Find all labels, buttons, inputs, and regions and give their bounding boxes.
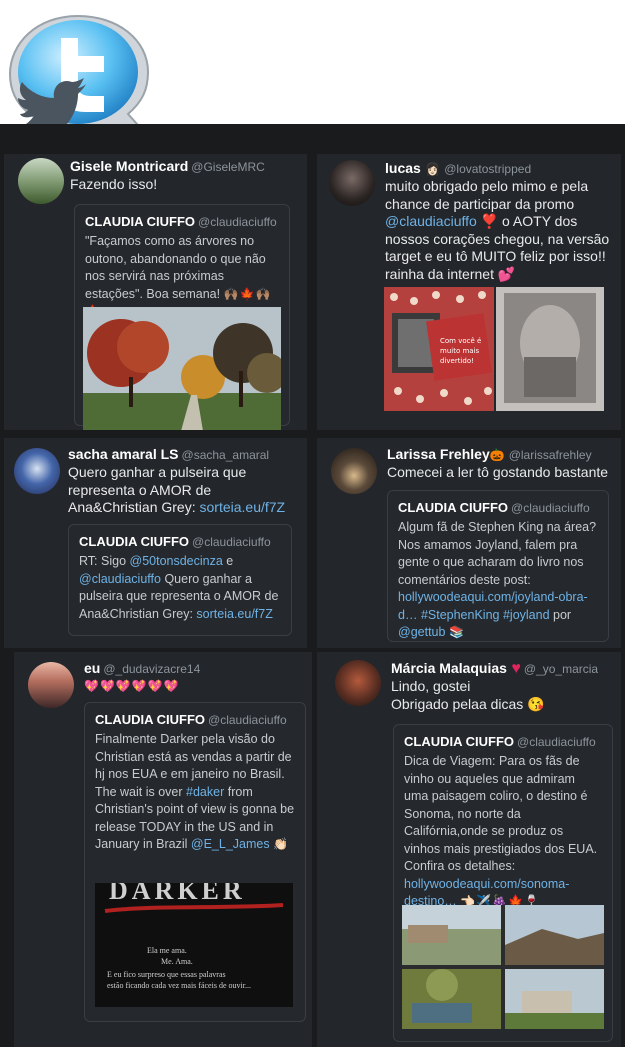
author-name[interactable]: Larissa Frehley <box>387 446 490 462</box>
quoted-tweet[interactable]: CLAUDIA CIUFFO @claudiaciuffo RT: Sigo @5… <box>68 524 292 636</box>
quote-text: Algum fã de Stephen King na área? Nos am… <box>398 520 597 639</box>
book-quote-line: Ela me ama. <box>147 946 187 955</box>
mention-link[interactable]: @claudiaciuffo <box>79 572 161 586</box>
album-card-text: Com você é <box>440 337 481 345</box>
avatar[interactable] <box>14 448 60 494</box>
hashtag-link[interactable]: #joyland <box>503 608 550 622</box>
quote-author-handle: @claudiaciuffo <box>192 535 271 549</box>
tweet-card[interactable]: Gisele Montricard @GiseleMRC Fazendo isso… <box>4 154 307 430</box>
book-quote-line: Me. Ama. <box>161 957 193 966</box>
emoji-text: 👩🏻 <box>425 162 442 176</box>
mention-link[interactable]: @gettub <box>398 625 445 639</box>
author-name[interactable]: sacha amaral LS <box>68 446 179 462</box>
author-handle[interactable]: @_yo_marcia <box>524 662 598 676</box>
author-handle[interactable]: @GiseleMRC <box>191 160 265 174</box>
quote-author-handle: @claudiaciuffo <box>198 215 277 229</box>
quote-author-name: CLAUDIA CIUFFO <box>398 500 509 515</box>
mention-link[interactable]: @E_L_James <box>191 837 270 851</box>
emoji-text: 👏🏻 <box>273 837 290 851</box>
quote-author-name: CLAUDIA CIUFFO <box>404 734 515 749</box>
mention-link[interactable]: @claudiaciuffo <box>385 213 477 229</box>
tweet-card[interactable]: Larissa Frehley🎃 @larissafrehley Comecei … <box>317 438 621 648</box>
darker-book-photo[interactable]: DARKER Ela me ama. Me. Ama. E eu fico su… <box>95 883 293 1007</box>
avatar[interactable] <box>331 448 377 494</box>
emoji-text: 🎃 <box>489 448 506 462</box>
quoted-tweet[interactable]: CLAUDIA CIUFFO @claudiaciuffo Algum fã de… <box>387 490 609 642</box>
author-handle[interactable]: @lovatostripped <box>444 162 531 176</box>
quote-author-name: CLAUDIA CIUFFO <box>79 534 190 549</box>
tweet-card[interactable]: eu @_dudavizacre14 💖💖💖💖💖💖 CLAUDIA CIUFFO @… <box>14 652 312 1047</box>
quote-author-handle: @claudiaciuffo <box>208 713 287 727</box>
author-handle[interactable]: @_dudavizacre14 <box>103 662 200 676</box>
hashtag-link[interactable]: #daker <box>186 785 224 799</box>
book-quote-line: estão ficando cada vez mais fáceis de ou… <box>107 981 251 990</box>
heart-icon: ♥ <box>511 660 521 677</box>
quote-author-name: CLAUDIA CIUFFO <box>85 214 196 229</box>
quoted-tweet[interactable]: CLAUDIA CIUFFO @claudiaciuffo "Façamos co… <box>74 204 290 430</box>
tweet-text: Lindo, gostei Obrigado pelaa dicas 😘 <box>391 678 545 712</box>
avatar[interactable] <box>329 160 375 206</box>
emoji-text: 📚 <box>448 625 465 639</box>
sonoma-photo-grid[interactable] <box>402 905 604 1029</box>
author-handle[interactable]: @larissafrehley <box>509 448 592 462</box>
hashtag-link[interactable]: #StephenKing <box>421 608 500 622</box>
book-title: DARKER <box>109 883 246 905</box>
avatar[interactable] <box>18 158 64 204</box>
quote-text: RT: Sigo @50tonsdecinza e @claudiaciuffo… <box>79 554 279 621</box>
quote-text: Dica de Viagem: Para os fãs de vinho ou … <box>404 754 598 908</box>
tweet-text: muito obrigado pelo mimo e pela chance d… <box>385 178 610 282</box>
quoted-tweet[interactable]: CLAUDIA CIUFFO @claudiaciuffo Finalmente … <box>84 702 306 1022</box>
mention-link[interactable]: @50tonsdecinza <box>130 554 223 568</box>
album-card-text: divertido! <box>440 357 474 365</box>
quote-text: Finalmente Darker pela visão do Christia… <box>95 732 295 851</box>
album-photo[interactable]: Com você é muito mais divertido! <box>384 287 604 411</box>
external-link[interactable]: sorteia.eu/f7Z <box>196 607 272 621</box>
album-card-text: muito mais <box>440 347 480 355</box>
author-name[interactable]: Gisele Montricard <box>70 158 188 174</box>
quote-author-name: CLAUDIA CIUFFO <box>95 712 206 727</box>
author-name[interactable]: Márcia Malaquias <box>391 660 507 676</box>
tweet-text: Fazendo isso! <box>70 176 158 192</box>
avatar[interactable] <box>335 660 381 706</box>
tweet-card[interactable]: Márcia Malaquias ♥ @_yo_marcia Lindo, gos… <box>317 652 621 1047</box>
quote-author-handle: @claudiaciuffo <box>511 501 590 515</box>
book-quote-line: E eu fico surpreso que essas palavras <box>107 970 226 979</box>
autumn-trees-photo[interactable] <box>83 307 281 430</box>
author-handle[interactable]: @sacha_amaral <box>182 448 270 462</box>
tweet-text: 💖💖💖💖💖💖 <box>84 679 180 693</box>
author-name[interactable]: lucas <box>385 160 421 176</box>
author-name[interactable]: eu <box>84 660 100 676</box>
tweet-card[interactable]: sacha amaral LS @sacha_amaral Quero ganha… <box>4 438 307 648</box>
quoted-tweet[interactable]: CLAUDIA CIUFFO @claudiaciuffo Dica de Via… <box>393 724 613 1042</box>
tweet-text: Quero ganhar a pulseira que representa o… <box>68 464 286 515</box>
tweet-card[interactable]: lucas 👩🏻 @lovatostripped muito obrigado p… <box>317 154 621 430</box>
avatar[interactable] <box>28 662 74 708</box>
quote-author-handle: @claudiaciuffo <box>517 735 596 749</box>
tweet-text: Comecei a ler tô gostando bastante <box>387 464 609 480</box>
external-link[interactable]: sorteia.eu/f7Z <box>200 499 286 515</box>
tweet-board: Gisele Montricard @GiseleMRC Fazendo isso… <box>0 124 625 1047</box>
